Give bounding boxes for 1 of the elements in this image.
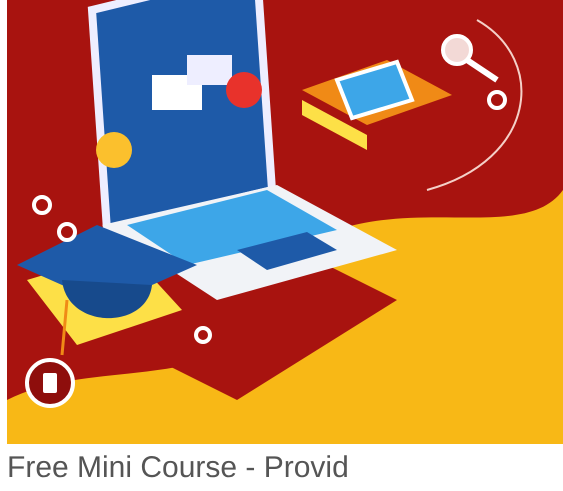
course-title: Free Mini Course - Provid bbox=[7, 450, 350, 486]
